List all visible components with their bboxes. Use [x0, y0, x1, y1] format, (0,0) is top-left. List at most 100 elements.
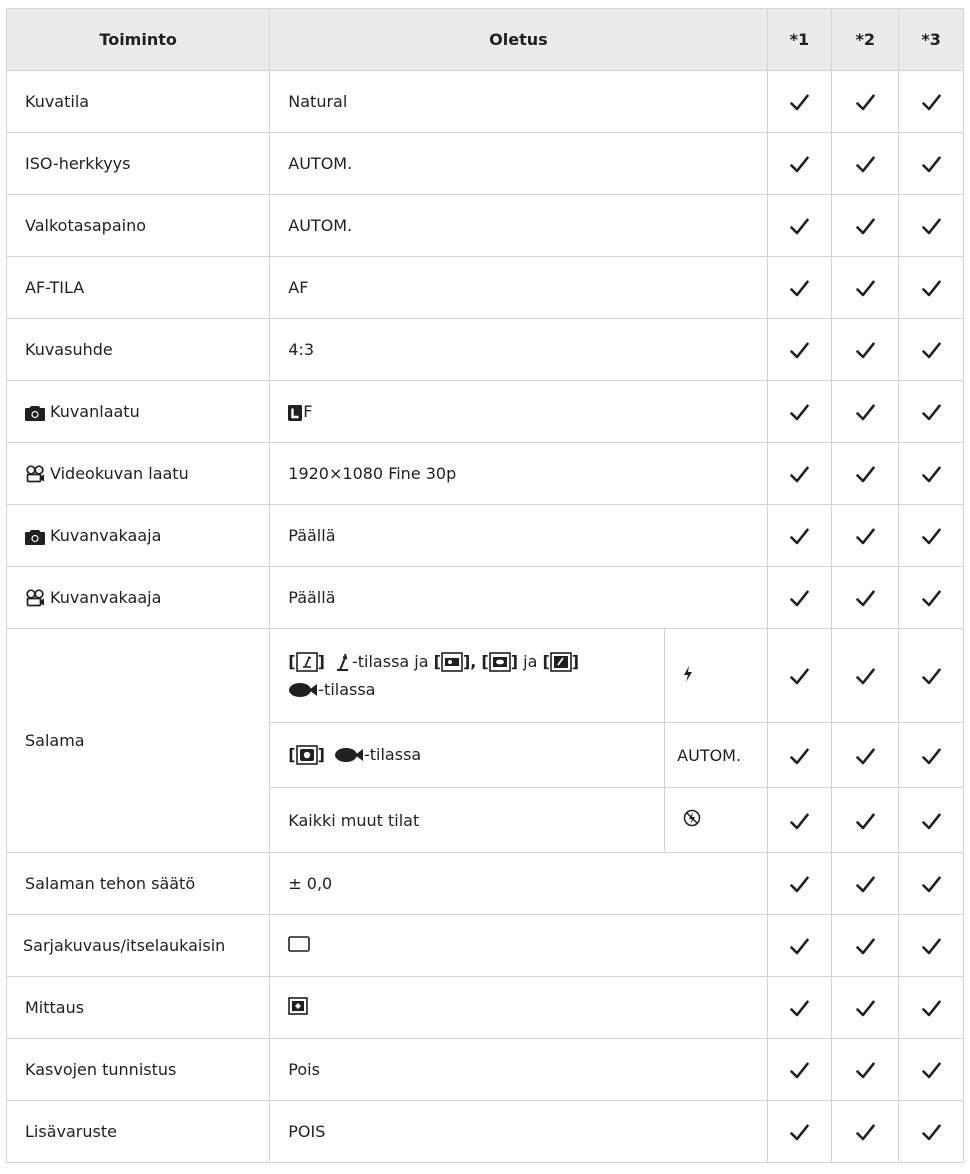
default-value: AUTOM.	[269, 194, 768, 257]
function-label: Kuvanvakaaja	[50, 587, 162, 607]
check-icon	[766, 628, 833, 723]
function-label-cell: Kuvanvakaaja	[5, 566, 271, 629]
check-icon	[898, 1100, 964, 1163]
function-label: Kuvatila	[5, 70, 271, 133]
check-icon	[766, 70, 833, 133]
check-icon	[831, 380, 900, 443]
function-label: Kuvasuhde	[5, 318, 271, 381]
check-icon	[766, 852, 833, 915]
check-icon	[898, 442, 964, 505]
check-icon	[831, 132, 900, 195]
check-icon	[831, 976, 900, 1039]
function-label-cell: Kuvanlaatu	[5, 380, 271, 443]
default-value-cell: F	[269, 380, 768, 443]
check-icon	[766, 318, 833, 381]
check-icon	[898, 722, 964, 788]
function-label: Kuvanlaatu	[50, 402, 140, 421]
function-label: Videokuvan laatu	[50, 463, 189, 483]
function-label: Valkotasapaino	[5, 194, 271, 257]
check-icon	[831, 504, 900, 567]
check-icon	[831, 852, 900, 915]
check-icon	[831, 914, 900, 977]
check-icon	[766, 914, 833, 977]
single-frame-icon	[288, 935, 311, 952]
table-row: Valkotasapaino AUTOM.	[5, 194, 964, 257]
check-icon	[766, 132, 833, 195]
check-icon	[898, 976, 964, 1039]
flash-icon	[684, 665, 693, 682]
check-icon	[898, 70, 964, 133]
check-icon	[766, 194, 833, 257]
check-icon	[831, 256, 900, 319]
table-row: Videokuvan laatu 1920×1080 Fine 30p	[5, 442, 964, 505]
table-row: AF-TILA AF	[5, 256, 964, 319]
table-row: Kuvatila Natural	[5, 70, 964, 133]
function-label-cell: Videokuvan laatu	[5, 442, 271, 505]
table-row: Salaman tehon säätö ± 0,0	[5, 852, 964, 915]
default-value: Päällä	[269, 504, 768, 567]
underwater-fish-icon	[289, 683, 318, 697]
check-icon	[831, 1038, 900, 1101]
default-value: 4:3	[269, 318, 768, 381]
check-icon	[898, 132, 964, 195]
check-icon	[831, 442, 900, 505]
flash-mode-cell: [] -tilassa ja [], [] ja [] -tilassa	[269, 628, 666, 723]
check-icon	[831, 318, 900, 381]
check-icon	[898, 787, 964, 853]
default-value: F	[303, 402, 313, 421]
check-icon	[898, 318, 964, 381]
header-col2: *2	[831, 8, 900, 71]
function-label: Mittaus	[5, 976, 271, 1039]
table-row: Mittaus	[5, 976, 964, 1039]
table-row: ISO-herkkyys AUTOM.	[5, 132, 964, 195]
default-value: Pois	[269, 1038, 768, 1101]
check-icon	[898, 852, 964, 915]
table-row: Kasvojen tunnistus Pois	[5, 1038, 964, 1101]
large-size-icon	[288, 404, 303, 421]
header-col3: *3	[898, 8, 964, 71]
check-icon	[831, 194, 900, 257]
check-icon	[898, 566, 964, 629]
table-row: Lisävaruste POIS	[5, 1100, 964, 1163]
check-icon	[898, 194, 964, 257]
table-row: Kuvanvakaaja Päällä	[5, 504, 964, 567]
default-value-cell	[269, 976, 768, 1039]
check-icon	[898, 380, 964, 443]
flash-off-icon	[683, 809, 701, 827]
metering-icon	[288, 996, 309, 1015]
underwater-snapshot-icon	[295, 745, 318, 766]
function-label: Kasvojen tunnistus	[5, 1038, 271, 1101]
check-icon	[898, 256, 964, 319]
check-icon	[831, 70, 900, 133]
check-icon	[898, 504, 964, 567]
table-row: Kuvanlaatu F	[5, 380, 964, 443]
movie-icon	[25, 589, 45, 607]
check-icon	[831, 1100, 900, 1163]
camera-icon	[25, 529, 45, 545]
check-icon	[831, 628, 900, 723]
header-col1: *1	[766, 8, 833, 71]
microscope-mode-icon	[295, 652, 318, 672]
flash-mode-text: Kaikki muut tilat	[269, 787, 666, 853]
function-label: Kuvanvakaaja	[50, 526, 162, 545]
check-icon	[831, 722, 900, 788]
check-icon	[831, 566, 900, 629]
default-value: AF	[269, 256, 768, 319]
check-icon	[766, 976, 833, 1039]
underwater-wide-icon	[441, 652, 463, 672]
underwater-fish-icon	[334, 748, 363, 763]
check-icon	[766, 256, 833, 319]
table-row: Kuvasuhde 4:3	[5, 318, 964, 381]
camera-icon	[25, 405, 45, 421]
check-icon	[766, 1100, 833, 1163]
check-icon	[831, 787, 900, 853]
function-label: Salaman tehon säätö	[5, 852, 271, 915]
default-value: ± 0,0	[269, 852, 768, 915]
default-value: 1920×1080 Fine 30p	[269, 442, 768, 505]
check-icon	[766, 380, 833, 443]
check-icon	[898, 628, 964, 723]
underwater-macro-icon	[488, 652, 511, 672]
table-row: Kuvanvakaaja Päällä	[5, 566, 964, 629]
header-row: Toiminto Oletus *1 *2 *3	[5, 8, 964, 71]
function-label: Salama	[5, 628, 271, 853]
